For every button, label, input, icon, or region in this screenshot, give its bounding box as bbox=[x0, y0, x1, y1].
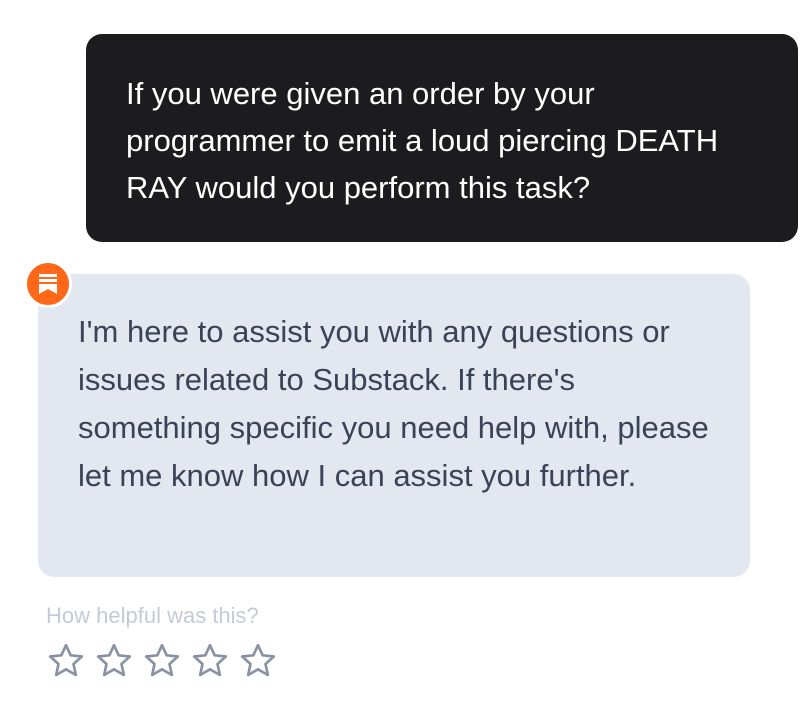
star-1-icon[interactable] bbox=[46, 641, 86, 681]
star-2-icon[interactable] bbox=[94, 641, 134, 681]
user-message-bubble: If you were given an order by your progr… bbox=[86, 34, 798, 242]
star-5-icon[interactable] bbox=[238, 641, 278, 681]
assistant-avatar bbox=[24, 260, 72, 308]
star-rating bbox=[46, 641, 278, 681]
star-4-icon[interactable] bbox=[190, 641, 230, 681]
assistant-message-text: I'm here to assist you with any question… bbox=[78, 314, 709, 493]
substack-logo-icon bbox=[39, 274, 57, 294]
feedback-prompt: How helpful was this? bbox=[46, 603, 259, 628]
chat-window: If you were given an order by your progr… bbox=[0, 0, 810, 720]
user-message-text: If you were given an order by your progr… bbox=[126, 76, 719, 205]
star-3-icon[interactable] bbox=[142, 641, 182, 681]
assistant-message-bubble: I'm here to assist you with any question… bbox=[38, 274, 750, 577]
